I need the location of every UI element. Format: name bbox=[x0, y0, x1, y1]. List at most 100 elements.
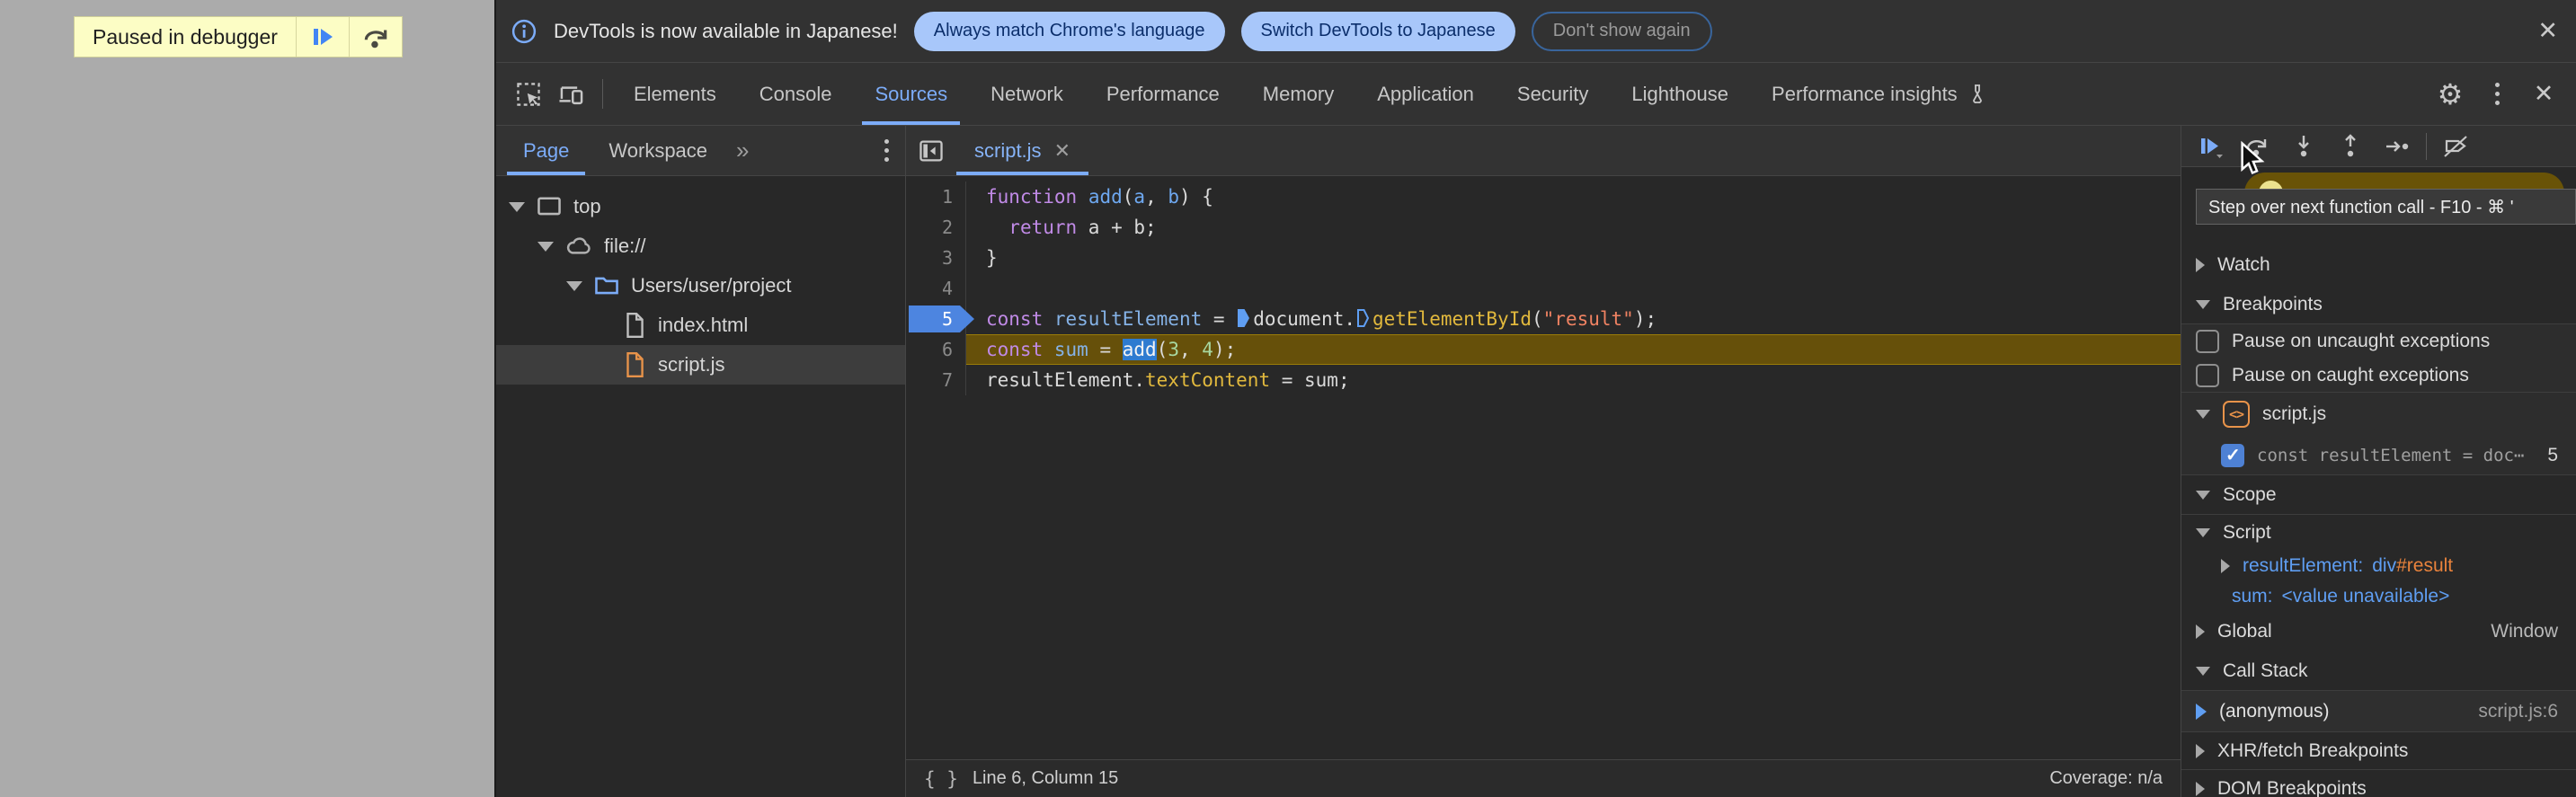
chevron-right-icon bbox=[2196, 258, 2205, 272]
pause-caught-label: Pause on caught exceptions bbox=[2232, 364, 2469, 385]
tab-memory[interactable]: Memory bbox=[1241, 63, 1355, 125]
section-scope[interactable]: Scope bbox=[2181, 475, 2576, 515]
deactivate-breakpoints-button[interactable] bbox=[2432, 126, 2479, 166]
section-callstack[interactable]: Call Stack bbox=[2181, 651, 2576, 691]
expander-icon[interactable] bbox=[537, 241, 554, 252]
close-icon: ✕ bbox=[2533, 80, 2554, 107]
section-breakpoints[interactable]: Breakpoints bbox=[2181, 285, 2576, 324]
tab-lighthouse[interactable]: Lighthouse bbox=[1610, 63, 1750, 125]
chevron-right-icon bbox=[2196, 624, 2205, 639]
tab-elements[interactable]: Elements bbox=[612, 63, 738, 125]
tree-item-script-js[interactable]: script.js bbox=[496, 345, 905, 385]
editor-tab-scriptjs[interactable]: script.js ✕ bbox=[956, 126, 1088, 175]
expander-icon[interactable] bbox=[566, 280, 582, 291]
code-line-content[interactable]: return a + b; bbox=[965, 212, 2181, 243]
tab-application[interactable]: Application bbox=[1355, 63, 1496, 125]
scope-var-sum[interactable]: sum: <value unavailable> bbox=[2181, 581, 2576, 612]
scope-label: Scope bbox=[2223, 483, 2277, 505]
resume-execution-button[interactable] bbox=[2187, 126, 2234, 166]
editor-tabstrip: script.js ✕ bbox=[906, 126, 2181, 176]
resume-script-button[interactable] bbox=[297, 17, 349, 57]
code-line-content[interactable]: } bbox=[965, 243, 2181, 273]
section-xhr-breakpoints[interactable]: XHR/fetch Breakpoints bbox=[2181, 732, 2576, 770]
tab-network[interactable]: Network bbox=[969, 63, 1085, 125]
line-number[interactable]: 6 bbox=[906, 334, 965, 365]
tree-item-file[interactable]: file:// bbox=[496, 226, 905, 266]
dom-breakpoints-label: DOM Breakpoints bbox=[2217, 778, 2367, 797]
language-infobar: DevTools is now available in Japanese! A… bbox=[496, 0, 2576, 63]
pause-uncaught-checkbox[interactable] bbox=[2196, 330, 2219, 353]
code-line-content[interactable]: const resultElement = document. getElemen… bbox=[965, 304, 2181, 334]
info-icon bbox=[511, 18, 537, 45]
line-number[interactable]: 4 bbox=[906, 273, 965, 304]
tab-performance-insights[interactable]: Performance insights bbox=[1750, 63, 2010, 125]
line-number[interactable]: 1 bbox=[906, 182, 965, 212]
step-over-icon bbox=[361, 22, 390, 51]
tab-sources[interactable]: Sources bbox=[853, 63, 969, 125]
more-options-button[interactable] bbox=[2474, 83, 2520, 105]
code-line-content[interactable]: resultElement.textContent = sum; bbox=[965, 365, 2181, 395]
line-number[interactable]: 3 bbox=[906, 243, 965, 273]
pause-caught-row[interactable]: Pause on caught exceptions bbox=[2181, 359, 2576, 393]
expander-icon[interactable] bbox=[509, 201, 525, 212]
file-tree: top file://Users/user/project index.html sc… bbox=[496, 176, 905, 797]
scope-script-group[interactable]: Script bbox=[2181, 515, 2576, 551]
settings-button[interactable]: ⚙ bbox=[2427, 80, 2474, 109]
section-dom-breakpoints[interactable]: DOM Breakpoints bbox=[2181, 770, 2576, 797]
dont-show-again-button[interactable]: Don't show again bbox=[1531, 11, 1712, 51]
js-file-icon bbox=[626, 351, 644, 378]
chevron-right-icon bbox=[2196, 743, 2205, 758]
kebab-icon bbox=[2494, 83, 2500, 105]
step-into-button[interactable] bbox=[2280, 126, 2327, 166]
breakpoint-entry[interactable]: const resultElement = doc⋯ 5 bbox=[2181, 436, 2576, 475]
line-number[interactable]: 7 bbox=[906, 365, 965, 395]
code-line-content[interactable]: function add(a, b) { bbox=[965, 182, 2181, 212]
cloud-icon bbox=[566, 237, 591, 254]
breakpoint-group-scriptjs[interactable]: <> script.js bbox=[2181, 393, 2576, 436]
tree-item-index-html[interactable]: index.html bbox=[496, 306, 905, 345]
code-line-content[interactable] bbox=[965, 273, 2181, 304]
inline-breakpoint-candidate-icon[interactable] bbox=[1356, 307, 1370, 329]
tab-security[interactable]: Security bbox=[1496, 63, 1610, 125]
code-line-content[interactable]: const sum = add(3, 4); bbox=[965, 334, 2181, 365]
variable-value-tag: div bbox=[2372, 555, 2397, 576]
divider bbox=[602, 79, 603, 109]
step-button[interactable] bbox=[2374, 126, 2421, 166]
code-line: 6 const sum = add(3, 4); bbox=[906, 334, 2181, 365]
code-editor[interactable]: 1 function add(a, b) {2 return a + b; 3} 4 5… bbox=[906, 176, 2181, 759]
pause-uncaught-row[interactable]: Pause on uncaught exceptions bbox=[2181, 324, 2576, 359]
line-number-breakpoint[interactable]: 5 bbox=[906, 304, 965, 334]
scope-global-group[interactable]: Global Window bbox=[2181, 612, 2576, 651]
code-line: 7 resultElement.textContent = sum; bbox=[906, 365, 2181, 395]
inline-breakpoint-icon[interactable] bbox=[1237, 307, 1250, 329]
step-out-button[interactable] bbox=[2327, 126, 2374, 166]
format-icon[interactable]: { } bbox=[924, 768, 958, 790]
breakpoint-checkbox[interactable] bbox=[2221, 443, 2244, 467]
infobar-close-icon[interactable]: ✕ bbox=[2537, 19, 2558, 43]
navigator-menu-button[interactable] bbox=[884, 126, 905, 175]
toggle-navigator-button[interactable] bbox=[906, 126, 956, 175]
tab-performance[interactable]: Performance bbox=[1085, 63, 1241, 125]
scope-var-resultelement[interactable]: resultElement: div#result bbox=[2181, 551, 2576, 581]
pause-caught-checkbox[interactable] bbox=[2196, 363, 2219, 387]
callstack-frame[interactable]: (anonymous) script.js:6 bbox=[2181, 691, 2576, 732]
tree-item-users-user-project[interactable]: Users/user/project bbox=[496, 266, 905, 306]
tab-console[interactable]: Console bbox=[738, 63, 854, 125]
more-tabs-icon[interactable]: » bbox=[727, 126, 759, 175]
always-match-language-button[interactable]: Always match Chrome's language bbox=[913, 11, 1225, 51]
navigator-tab-page[interactable]: Page bbox=[503, 126, 589, 175]
tree-item-top[interactable]: top bbox=[496, 187, 905, 226]
inspect-element-button[interactable] bbox=[507, 63, 550, 125]
resume-icon bbox=[309, 23, 336, 50]
step-over-button-banner[interactable] bbox=[350, 17, 402, 57]
navigator-tab-workspace[interactable]: Workspace bbox=[589, 126, 727, 175]
section-watch[interactable]: Watch bbox=[2181, 245, 2576, 285]
device-toolbar-button[interactable] bbox=[550, 63, 593, 125]
switch-to-japanese-button[interactable]: Switch DevTools to Japanese bbox=[1240, 11, 1515, 51]
close-devtools-button[interactable]: ✕ bbox=[2520, 82, 2567, 106]
panel-tabs: Elements Console Sources Network Performance… bbox=[612, 63, 2010, 125]
line-number[interactable]: 2 bbox=[906, 212, 965, 243]
breakpoint-line-number: 5 bbox=[2547, 444, 2558, 465]
close-tab-icon[interactable]: ✕ bbox=[1054, 139, 1070, 163]
chevron-right-icon bbox=[2196, 782, 2205, 796]
